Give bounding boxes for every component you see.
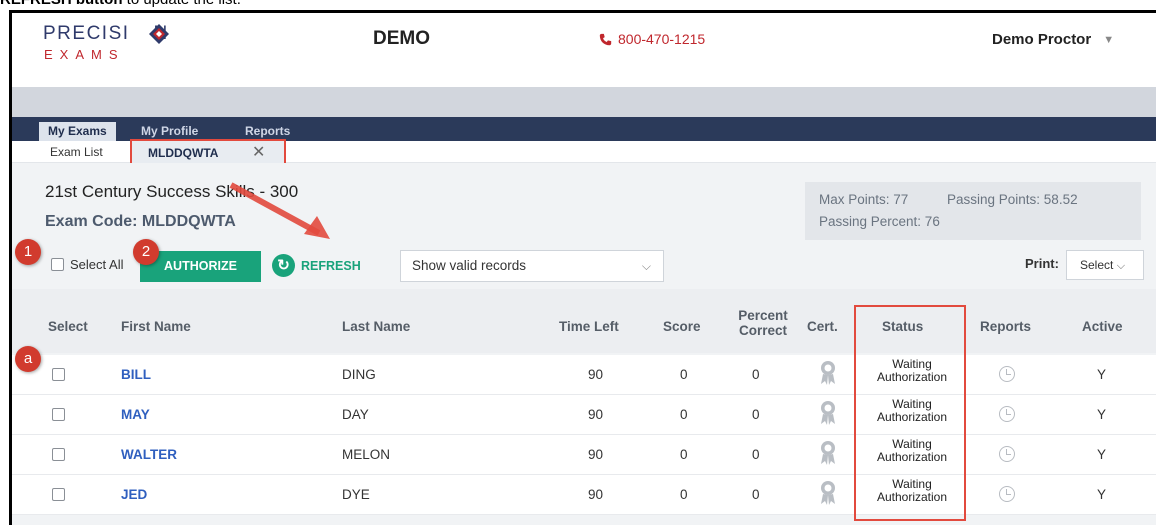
col-reports: Reports [980, 319, 1032, 334]
col-last-name[interactable]: Last Name [342, 319, 410, 334]
active-flag: Y [1097, 407, 1107, 422]
col-cert: Cert. [807, 319, 838, 334]
callout-badge-a: a [15, 346, 41, 372]
active-flag: Y [1097, 367, 1107, 382]
certificate-award-icon[interactable] [820, 440, 836, 466]
passing-percent: Passing Percent: 76 [819, 214, 940, 229]
subtab-exam-list[interactable]: Exam List [50, 141, 103, 163]
first-name-link[interactable]: WALTER [121, 447, 177, 462]
refresh-icon: ↻ [272, 254, 295, 277]
logo[interactable]: PRECISIN EXAMS [43, 23, 213, 73]
certificate-award-icon[interactable] [820, 360, 836, 386]
table-row[interactable]: WALTER MELON 90 0 0 Waiting Authorization… [12, 435, 1156, 475]
score: 0 [680, 487, 688, 502]
doc-instruction: REFRESH button to update the list. [0, 0, 241, 8]
row-checkbox[interactable] [52, 368, 65, 381]
sub-tabs: Exam List MLDDQWTA ✕ [12, 139, 1156, 167]
clock-icon[interactable] [999, 486, 1015, 502]
org-title: DEMO [373, 28, 430, 49]
chevron-down-icon: ⌵ [1116, 260, 1126, 272]
last-name: DAY [342, 407, 369, 422]
header: PRECISIN EXAMS DEMO 800-470-1215 Demo Pr… [12, 13, 1156, 87]
chevron-down-icon: ▼ [1103, 33, 1115, 46]
last-name: DING [342, 367, 376, 382]
clock-icon[interactable] [999, 406, 1015, 422]
print-label: Print: [1025, 256, 1059, 271]
records-filter-select[interactable]: Show valid records ⌵ [400, 250, 664, 282]
col-first-name[interactable]: First Name [121, 319, 191, 334]
certificate-award-icon[interactable] [820, 480, 836, 506]
percent-correct: 0 [752, 407, 760, 422]
clock-icon[interactable] [999, 446, 1015, 462]
exam-code: Exam Code: MLDDQWTA [45, 213, 236, 230]
callout-badge-2: 2 [133, 239, 159, 265]
clock-icon[interactable] [999, 366, 1015, 382]
score: 0 [680, 407, 688, 422]
refresh-button[interactable]: ↻ REFRESH [272, 254, 361, 277]
percent-correct: 0 [752, 367, 760, 382]
row-checkbox[interactable] [52, 488, 65, 501]
tab-my-exams[interactable]: My Exams [39, 122, 116, 141]
print-select[interactable]: Select ⌵ [1066, 250, 1144, 280]
max-points: Max Points: 77 [819, 192, 909, 207]
col-active[interactable]: Active [1082, 319, 1123, 334]
logo-diamond-icon [149, 24, 169, 44]
first-name-link[interactable]: MAY [121, 407, 150, 422]
points-summary: Max Points: 77 Passing Points: 58.52 Pas… [805, 182, 1141, 240]
user-menu[interactable]: Demo Proctor ▼ [992, 31, 1114, 48]
percent-correct: 0 [752, 487, 760, 502]
last-name: DYE [342, 487, 370, 502]
screenshot: REFRESH button to update the list. PRECI… [0, 0, 1156, 525]
first-name-link[interactable]: JED [121, 487, 147, 502]
table-header: Select First Name Last Name Time Left Sc… [12, 289, 1156, 353]
time-left: 90 [588, 447, 604, 462]
select-all-checkbox[interactable] [51, 258, 64, 271]
phone-icon [599, 33, 612, 45]
toolbar: Select All AUTHORIZE ↻ REFRESH Show vali… [12, 249, 1156, 282]
main-nav: My Exams My Profile Reports [12, 117, 1156, 141]
passing-points: Passing Points: 58.52 [947, 192, 1078, 207]
score: 0 [680, 367, 688, 382]
select-all[interactable]: Select All [51, 257, 123, 272]
first-name-link[interactable]: BILL [121, 367, 151, 382]
chevron-down-icon: ⌵ [641, 259, 651, 273]
callout-badge-1: 1 [15, 239, 41, 265]
time-left: 90 [588, 487, 604, 502]
table-row[interactable]: BILL DING 90 0 0 Waiting Authorization Y [12, 355, 1156, 395]
col-percent-correct[interactable]: Percent Correct [734, 308, 792, 338]
score: 0 [680, 447, 688, 462]
app-window: PRECISIN EXAMS DEMO 800-470-1215 Demo Pr… [9, 10, 1156, 525]
status-column-highlight [854, 305, 966, 521]
time-left: 90 [588, 407, 604, 422]
header-spacer [12, 87, 1156, 117]
percent-correct: 0 [752, 447, 760, 462]
active-flag: Y [1097, 447, 1107, 462]
row-checkbox[interactable] [52, 448, 65, 461]
exam-title: 21st Century Success Skills - 300 [45, 182, 299, 201]
col-score[interactable]: Score [663, 319, 701, 334]
col-select: Select [48, 319, 88, 334]
close-icon[interactable]: ✕ [252, 142, 265, 162]
time-left: 90 [588, 367, 604, 382]
certificate-award-icon[interactable] [820, 400, 836, 426]
exam-panel: 21st Century Success Skills - 300 Exam C… [12, 163, 1156, 525]
table-row[interactable]: JED DYE 90 0 0 Waiting Authorization Y [12, 475, 1156, 515]
last-name: MELON [342, 447, 391, 462]
active-flag: Y [1097, 487, 1107, 502]
row-checkbox[interactable] [52, 408, 65, 421]
col-time-left[interactable]: Time Left [559, 319, 619, 334]
table-row[interactable]: MAY DAY 90 0 0 Waiting Authorization Y [12, 395, 1156, 435]
phone-number[interactable]: 800-470-1215 [599, 31, 705, 47]
